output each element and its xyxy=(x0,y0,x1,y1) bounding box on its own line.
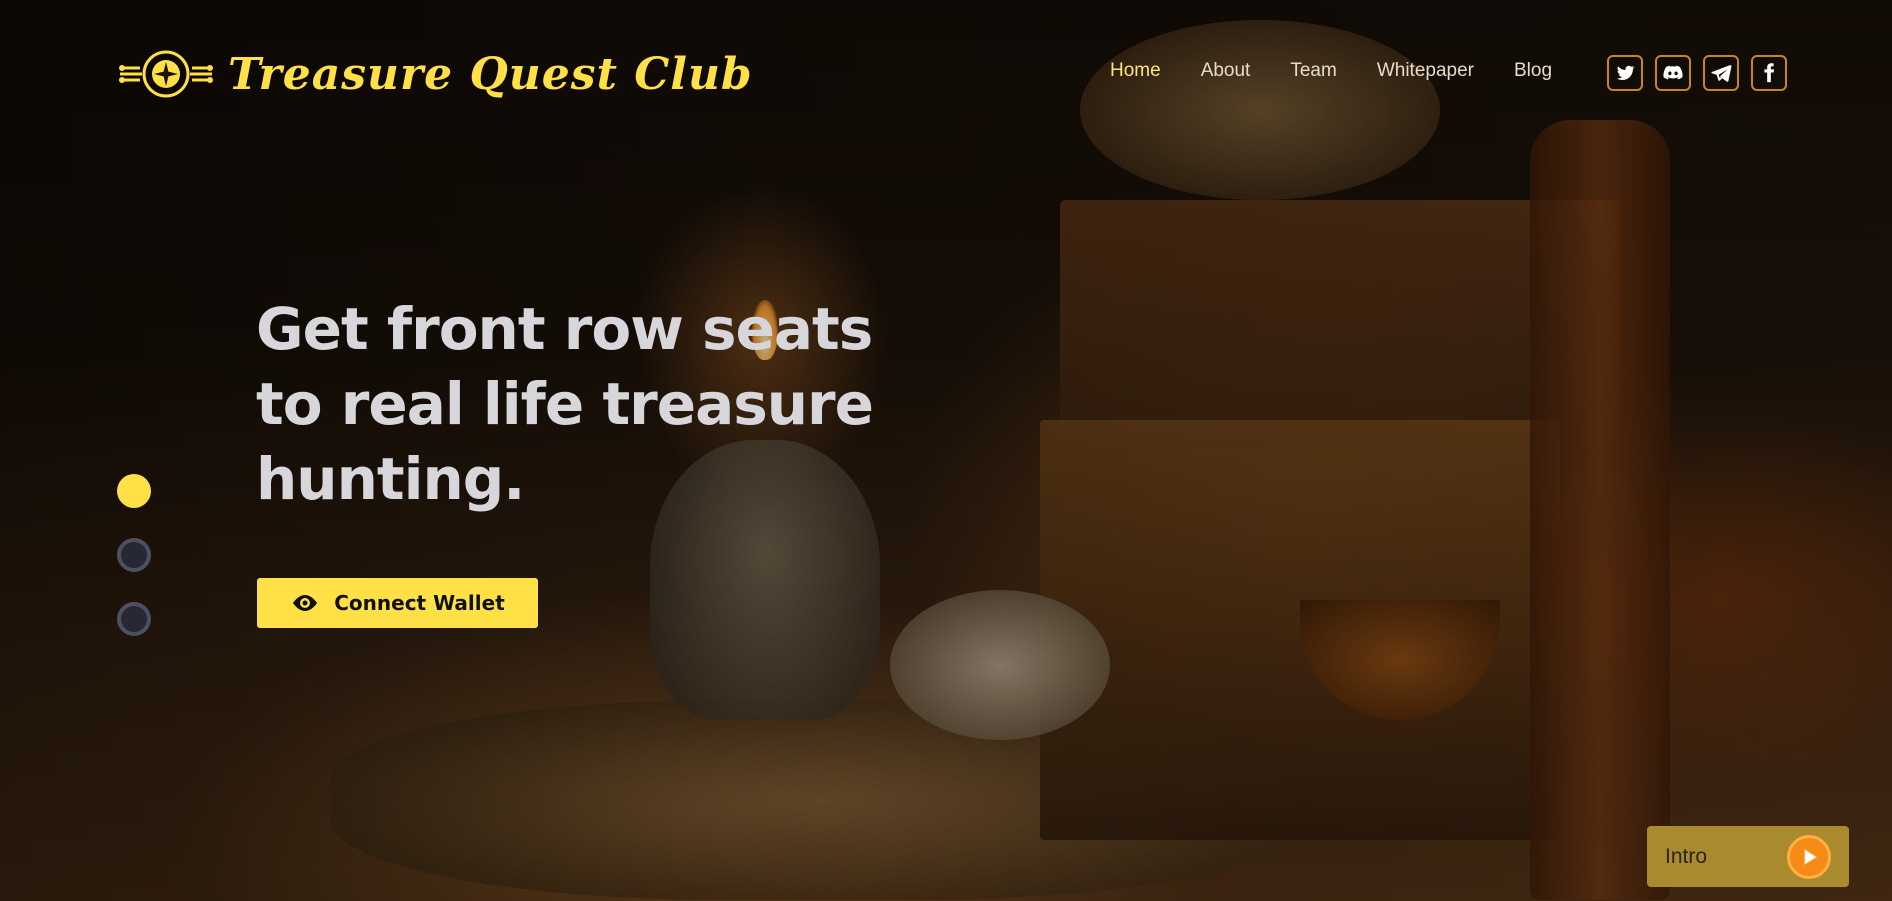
main-nav: Home About Team Whitepaper Blog xyxy=(1110,60,1552,82)
connect-wallet-label: Connect Wallet xyxy=(334,591,505,615)
discord-link[interactable] xyxy=(1655,55,1691,91)
nav-whitepaper[interactable]: Whitepaper xyxy=(1377,60,1474,82)
slide-dot-1[interactable] xyxy=(117,474,151,508)
facebook-link[interactable] xyxy=(1751,55,1787,91)
site-header: Treasure Quest Club Home About Team Whit… xyxy=(0,0,1892,150)
intro-video-button[interactable]: Intro xyxy=(1647,826,1849,887)
brand-name: Treasure Quest Club xyxy=(228,48,753,100)
twitter-link[interactable] xyxy=(1607,55,1643,91)
nav-about[interactable]: About xyxy=(1201,60,1251,82)
play-icon xyxy=(1787,835,1831,879)
intro-label: Intro xyxy=(1665,844,1708,868)
logo-link[interactable]: Treasure Quest Club xyxy=(118,48,753,100)
hero-title: Get front row seats to real life treasur… xyxy=(256,295,874,513)
discord-icon xyxy=(1663,65,1683,80)
compass-emblem-icon xyxy=(119,50,213,98)
telegram-icon xyxy=(1711,65,1732,82)
connect-wallet-button[interactable]: Connect Wallet xyxy=(257,578,538,628)
nav-blog[interactable]: Blog xyxy=(1514,60,1552,82)
slider-pagination xyxy=(117,474,151,636)
facebook-icon xyxy=(1764,63,1775,83)
nav-team[interactable]: Team xyxy=(1290,60,1336,82)
nav-home[interactable]: Home xyxy=(1110,60,1161,82)
slide-dot-2[interactable] xyxy=(117,538,151,572)
telegram-link[interactable] xyxy=(1703,55,1739,91)
slide-dot-3[interactable] xyxy=(117,602,151,636)
social-links xyxy=(1607,55,1787,91)
eye-icon xyxy=(293,595,318,611)
twitter-icon xyxy=(1616,65,1635,81)
